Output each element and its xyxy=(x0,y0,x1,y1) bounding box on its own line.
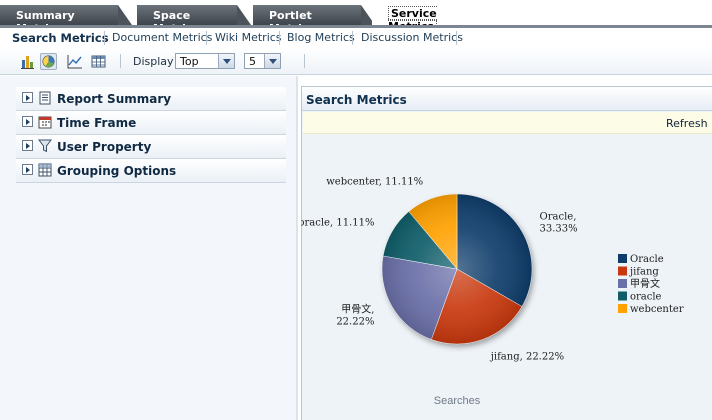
refresh-bar: Refresh D xyxy=(303,112,712,134)
line-chart-icon[interactable] xyxy=(66,53,83,70)
accordion-label: Time Frame xyxy=(57,116,137,130)
tab-space-metrics[interactable]: Space Metrics xyxy=(137,5,251,35)
subtab-document-metrics[interactable]: Document Metrics xyxy=(112,31,212,44)
expand-icon[interactable] xyxy=(22,116,33,127)
legend-label-oracle: oracle xyxy=(630,292,662,303)
expand-icon[interactable] xyxy=(22,92,33,103)
pie-label-webcenter: webcenter, 11.11% xyxy=(326,177,423,188)
accordion-report-summary[interactable]: Report Summary xyxy=(16,87,286,111)
subtab-wiki-metrics[interactable]: Wiki Metrics xyxy=(215,31,282,44)
display-count-value: 5 xyxy=(249,55,256,68)
expand-icon[interactable] xyxy=(22,140,33,151)
pie-label-Oracle: Oracle, 33.33% xyxy=(540,212,578,235)
panel-title: Search Metrics xyxy=(306,93,407,107)
sub-tab-bar: Search Metrics Document Metrics Wiki Met… xyxy=(0,28,712,48)
toolbar-separator xyxy=(304,54,305,68)
accordion-label: Report Summary xyxy=(57,92,172,106)
expand-icon[interactable] xyxy=(22,164,33,175)
legend-label-webcenter: webcenter xyxy=(630,304,684,315)
refresh-link[interactable]: Refresh D xyxy=(666,117,712,130)
display-label: Display xyxy=(133,55,174,68)
left-panel: Report Summary Time Frame User Property xyxy=(0,76,296,420)
panel-header: Search Metrics xyxy=(302,87,712,111)
accordion-label: User Property xyxy=(57,140,152,154)
pie-label-甲骨文: 甲骨文, 22.22% xyxy=(336,303,374,328)
chevron-down-icon xyxy=(218,54,234,68)
pie-chart-icon[interactable] xyxy=(40,53,57,70)
accordion-grouping-options[interactable]: Grouping Options xyxy=(16,159,286,183)
x-axis-label: Searches xyxy=(434,395,481,407)
chart-legend: Oracle jifang甲骨文 oraclewebcenter xyxy=(618,254,684,315)
toolbar-separator xyxy=(120,54,121,68)
bar-chart-icon[interactable] xyxy=(19,53,36,70)
subtab-separator xyxy=(279,31,280,45)
chart-toolbar: Display Top 5 xyxy=(0,48,712,75)
grid-icon xyxy=(38,163,52,177)
legend-swatch-jifang xyxy=(618,266,627,276)
accordion-label: Grouping Options xyxy=(57,164,177,178)
pie-slices xyxy=(381,193,533,345)
pie-gloss xyxy=(382,194,532,344)
legend-swatch-甲骨文 xyxy=(618,279,627,288)
tab-portlet-metrics[interactable]: Portlet Metrics xyxy=(253,5,375,35)
subtab-separator xyxy=(352,31,353,45)
chevron-down-icon xyxy=(264,54,280,68)
accordion-time-frame[interactable]: Time Frame xyxy=(16,111,286,135)
calendar-icon xyxy=(38,116,52,129)
subtab-discussion-metrics[interactable]: Discussion Metrics xyxy=(361,31,463,44)
legend-label-jifang: jifang xyxy=(629,267,659,278)
subtab-separator xyxy=(456,31,457,45)
subtab-separator xyxy=(104,31,105,45)
search-pie-chart: Oracle, 33.33% jifang, 22.22% 甲骨文, 22.22% ora… xyxy=(301,177,684,407)
legend-swatch-webcenter xyxy=(618,304,627,313)
display-mode-select[interactable]: Top xyxy=(175,53,235,69)
accordion-user-property[interactable]: User Property xyxy=(16,135,286,159)
legend-swatch-oracle xyxy=(618,291,627,301)
subtab-search-metrics[interactable]: Search Metrics xyxy=(12,31,109,45)
document-icon xyxy=(39,91,51,105)
main-tab-bar: Summary Metrics Space Metrics Portlet Me… xyxy=(0,0,712,35)
options-accordion: Report Summary Time Frame User Property xyxy=(16,87,286,183)
subtab-separator xyxy=(206,31,207,45)
display-count-select[interactable]: 5 xyxy=(244,53,281,69)
pie-label-oracle: oracle, 11.11% xyxy=(301,218,374,229)
panel-splitter[interactable] xyxy=(296,76,298,420)
filter-icon xyxy=(38,139,52,153)
legend-label-甲骨文: 甲骨文 xyxy=(630,277,660,290)
tab-summary-metrics[interactable]: Summary Metrics xyxy=(0,5,132,35)
pie-label-jifang: jifang, 22.22% xyxy=(490,351,564,362)
tab-service-metrics[interactable]: Service Metrics xyxy=(372,3,482,34)
subtab-blog-metrics[interactable]: Blog Metrics xyxy=(287,31,355,44)
legend-label-Oracle: Oracle xyxy=(630,254,664,265)
table-icon[interactable] xyxy=(90,53,107,70)
legend-swatch-Oracle xyxy=(618,254,627,263)
display-mode-value: Top xyxy=(180,55,199,68)
